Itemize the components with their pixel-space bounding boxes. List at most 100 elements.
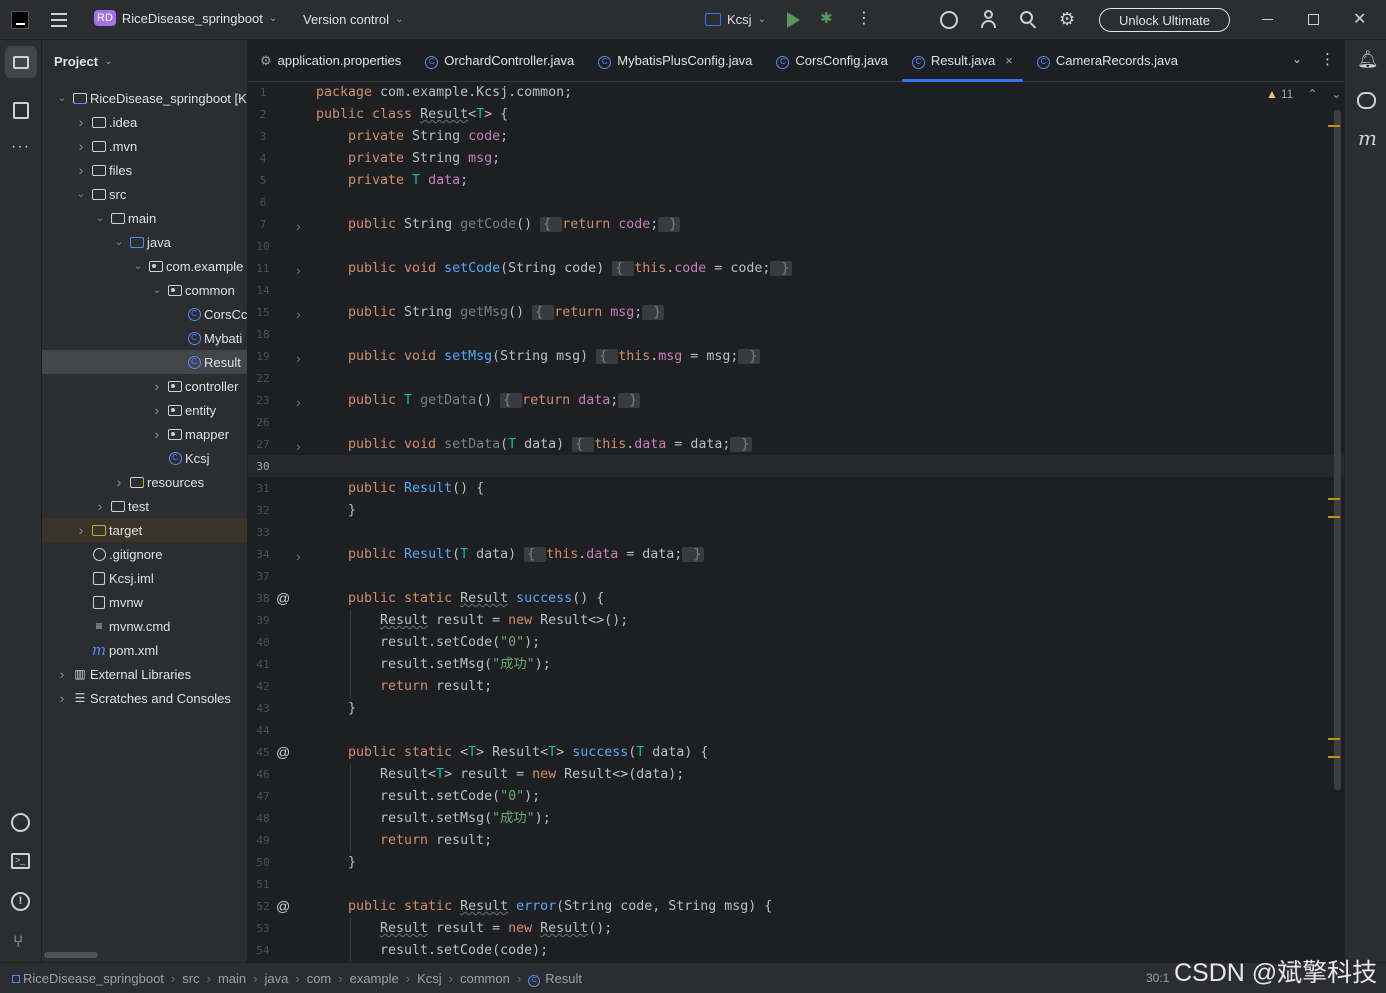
tree-item[interactable]: › .mvn bbox=[42, 134, 247, 158]
tree-item[interactable]: ⌄ common bbox=[42, 278, 247, 302]
terminal-icon[interactable]: >_ bbox=[11, 853, 30, 869]
chevron-right-icon[interactable]: › bbox=[94, 498, 106, 514]
tree-item[interactable]: mvnw bbox=[42, 590, 247, 614]
chevron-down-icon[interactable]: ⌄ bbox=[75, 189, 87, 200]
caret-position[interactable]: 30:1 bbox=[1146, 971, 1169, 985]
tree-item[interactable]: C Mybati bbox=[42, 326, 247, 350]
tab-3[interactable]: C CorsConfig.java bbox=[764, 40, 900, 82]
tree-item[interactable]: .gitignore bbox=[42, 542, 247, 566]
tree-item[interactable]: ⌄ com.example bbox=[42, 254, 247, 278]
structure-icon[interactable] bbox=[13, 102, 29, 119]
maximize-icon[interactable] bbox=[1308, 14, 1319, 25]
warning-marker[interactable] bbox=[1328, 738, 1340, 740]
chevron-down-icon[interactable]: ⌄ bbox=[56, 93, 68, 104]
minimize-icon[interactable] bbox=[1262, 19, 1273, 20]
chevron-down-icon[interactable]: ⌄ bbox=[132, 261, 144, 272]
tree-item[interactable]: C Kcsj bbox=[42, 446, 247, 470]
project-panel-header[interactable]: Project ⌄ bbox=[42, 40, 247, 82]
tree-item[interactable]: › mapper bbox=[42, 422, 247, 446]
search-icon[interactable] bbox=[1020, 11, 1038, 29]
project-tool-button[interactable] bbox=[5, 46, 37, 78]
warning-marker[interactable] bbox=[1328, 516, 1340, 518]
ai-assistant-icon[interactable] bbox=[940, 11, 958, 29]
inspection-widget[interactable]: ▲ 11 ⌃ ⌄ bbox=[1266, 87, 1341, 101]
tab-2[interactable]: C MybatisPlusConfig.java bbox=[586, 40, 764, 82]
implementation-marker-icon[interactable]: @ bbox=[276, 898, 290, 914]
horizontal-scrollbar[interactable] bbox=[44, 952, 98, 958]
tree-item[interactable]: › controller bbox=[42, 374, 247, 398]
main-menu-icon[interactable] bbox=[51, 13, 67, 27]
ai-chat-icon[interactable] bbox=[1357, 92, 1376, 109]
breadcrumb-item[interactable]: RiceDisease_springboot bbox=[23, 971, 164, 986]
tree-item[interactable]: ⌄ RiceDisease_springboot [K bbox=[42, 86, 247, 110]
next-highlight-icon[interactable]: ⌄ bbox=[1331, 87, 1341, 101]
code-editor[interactable]: 1 2 3 4 5 6 7 › 10 11 › 14 15 › 18 19 › 22 23 › 26 27 › 30 31 32 3… bbox=[248, 82, 1344, 962]
intellij-logo-icon[interactable] bbox=[11, 11, 29, 29]
tree-item[interactable]: › ☰ Scratches and Consoles bbox=[42, 686, 247, 710]
tab-4[interactable]: C Result.java × bbox=[900, 40, 1025, 82]
tree-item[interactable]: › target bbox=[42, 518, 247, 542]
vertical-scrollbar[interactable] bbox=[1334, 110, 1341, 790]
settings-gear-icon[interactable]: ⚙ bbox=[1059, 9, 1075, 30]
breadcrumb-item[interactable]: src bbox=[182, 971, 199, 986]
run-icon[interactable] bbox=[787, 12, 800, 28]
tree-item[interactable]: › ▥ External Libraries bbox=[42, 662, 247, 686]
implementation-marker-icon[interactable]: @ bbox=[276, 744, 290, 760]
tree-item[interactable]: ⌄ src bbox=[42, 182, 247, 206]
debug-icon[interactable]: ✱ bbox=[820, 11, 836, 27]
breadcrumb-item[interactable]: java bbox=[264, 971, 288, 986]
breadcrumb-item[interactable]: com bbox=[307, 971, 332, 986]
project-switcher[interactable]: RD RiceDisease_springboot ⌄ bbox=[94, 10, 277, 26]
chevron-right-icon[interactable]: › bbox=[151, 402, 163, 418]
chevron-right-icon[interactable]: › bbox=[56, 666, 68, 682]
close-tab-icon[interactable]: × bbox=[1005, 53, 1013, 68]
tree-item[interactable]: Kcsj.iml bbox=[42, 566, 247, 590]
tab-more-icon[interactable]: ⋮ bbox=[1320, 50, 1335, 68]
tree-item[interactable]: m pom.xml bbox=[42, 638, 247, 662]
tab-1[interactable]: C OrchardController.java bbox=[413, 40, 586, 82]
maven-icon[interactable]: m bbox=[1358, 126, 1377, 150]
fold-expand-icon[interactable]: › bbox=[296, 438, 301, 454]
git-branch-icon[interactable]: ⑂ bbox=[13, 932, 23, 952]
chevron-down-icon[interactable]: ⌄ bbox=[94, 213, 106, 224]
tree-item[interactable]: › test bbox=[42, 494, 247, 518]
tree-item[interactable]: › entity bbox=[42, 398, 247, 422]
implementation-marker-icon[interactable]: @ bbox=[276, 590, 290, 606]
chevron-right-icon[interactable]: › bbox=[75, 138, 87, 154]
fold-expand-icon[interactable]: › bbox=[296, 262, 301, 278]
tree-item[interactable]: C CorsCc bbox=[42, 302, 247, 326]
close-icon[interactable]: ✕ bbox=[1353, 9, 1366, 29]
fold-expand-icon[interactable]: › bbox=[296, 548, 301, 564]
warning-marker[interactable] bbox=[1328, 125, 1340, 127]
fold-expand-icon[interactable]: › bbox=[296, 394, 301, 410]
code-with-me-icon[interactable] bbox=[981, 10, 999, 28]
run-config-selector[interactable]: Kcsj ⌄ bbox=[705, 12, 766, 27]
chevron-right-icon[interactable]: › bbox=[151, 426, 163, 442]
chevron-right-icon[interactable]: › bbox=[75, 522, 87, 538]
warning-marker[interactable] bbox=[1328, 498, 1340, 500]
chevron-right-icon[interactable]: › bbox=[113, 474, 125, 490]
fold-expand-icon[interactable]: › bbox=[296, 306, 301, 322]
fold-expand-icon[interactable]: › bbox=[296, 218, 301, 234]
chevron-down-icon[interactable]: ⌄ bbox=[151, 285, 163, 296]
tab-5[interactable]: C CameraRecords.java bbox=[1025, 40, 1190, 82]
breadcrumb-item[interactable]: Result bbox=[545, 971, 582, 986]
chevron-right-icon[interactable]: › bbox=[75, 114, 87, 130]
breadcrumb-item[interactable]: main bbox=[218, 971, 246, 986]
unlock-ultimate-button[interactable]: Unlock Ultimate bbox=[1099, 8, 1230, 32]
problems-icon[interactable]: ! bbox=[11, 892, 30, 911]
chevron-right-icon[interactable]: › bbox=[56, 690, 68, 706]
breadcrumb-item[interactable]: example bbox=[350, 971, 399, 986]
fold-expand-icon[interactable]: › bbox=[296, 350, 301, 366]
more-tools-icon[interactable]: ··· bbox=[11, 138, 30, 156]
more-actions-icon[interactable]: ⋮ bbox=[856, 10, 872, 28]
breadcrumb-item[interactable]: Kcsj bbox=[417, 971, 442, 986]
tree-item[interactable]: C Result bbox=[42, 350, 247, 374]
version-control-menu[interactable]: Version control ⌄ bbox=[303, 12, 403, 27]
prev-highlight-icon[interactable]: ⌃ bbox=[1307, 87, 1317, 101]
tab-list-chevron-icon[interactable]: ⌄ bbox=[1292, 52, 1302, 66]
chevron-down-icon[interactable]: ⌄ bbox=[113, 237, 125, 248]
chevron-right-icon[interactable]: › bbox=[151, 378, 163, 394]
services-icon[interactable] bbox=[11, 813, 30, 832]
notifications-bell-icon[interactable]: 🔔︎ bbox=[1357, 50, 1379, 70]
